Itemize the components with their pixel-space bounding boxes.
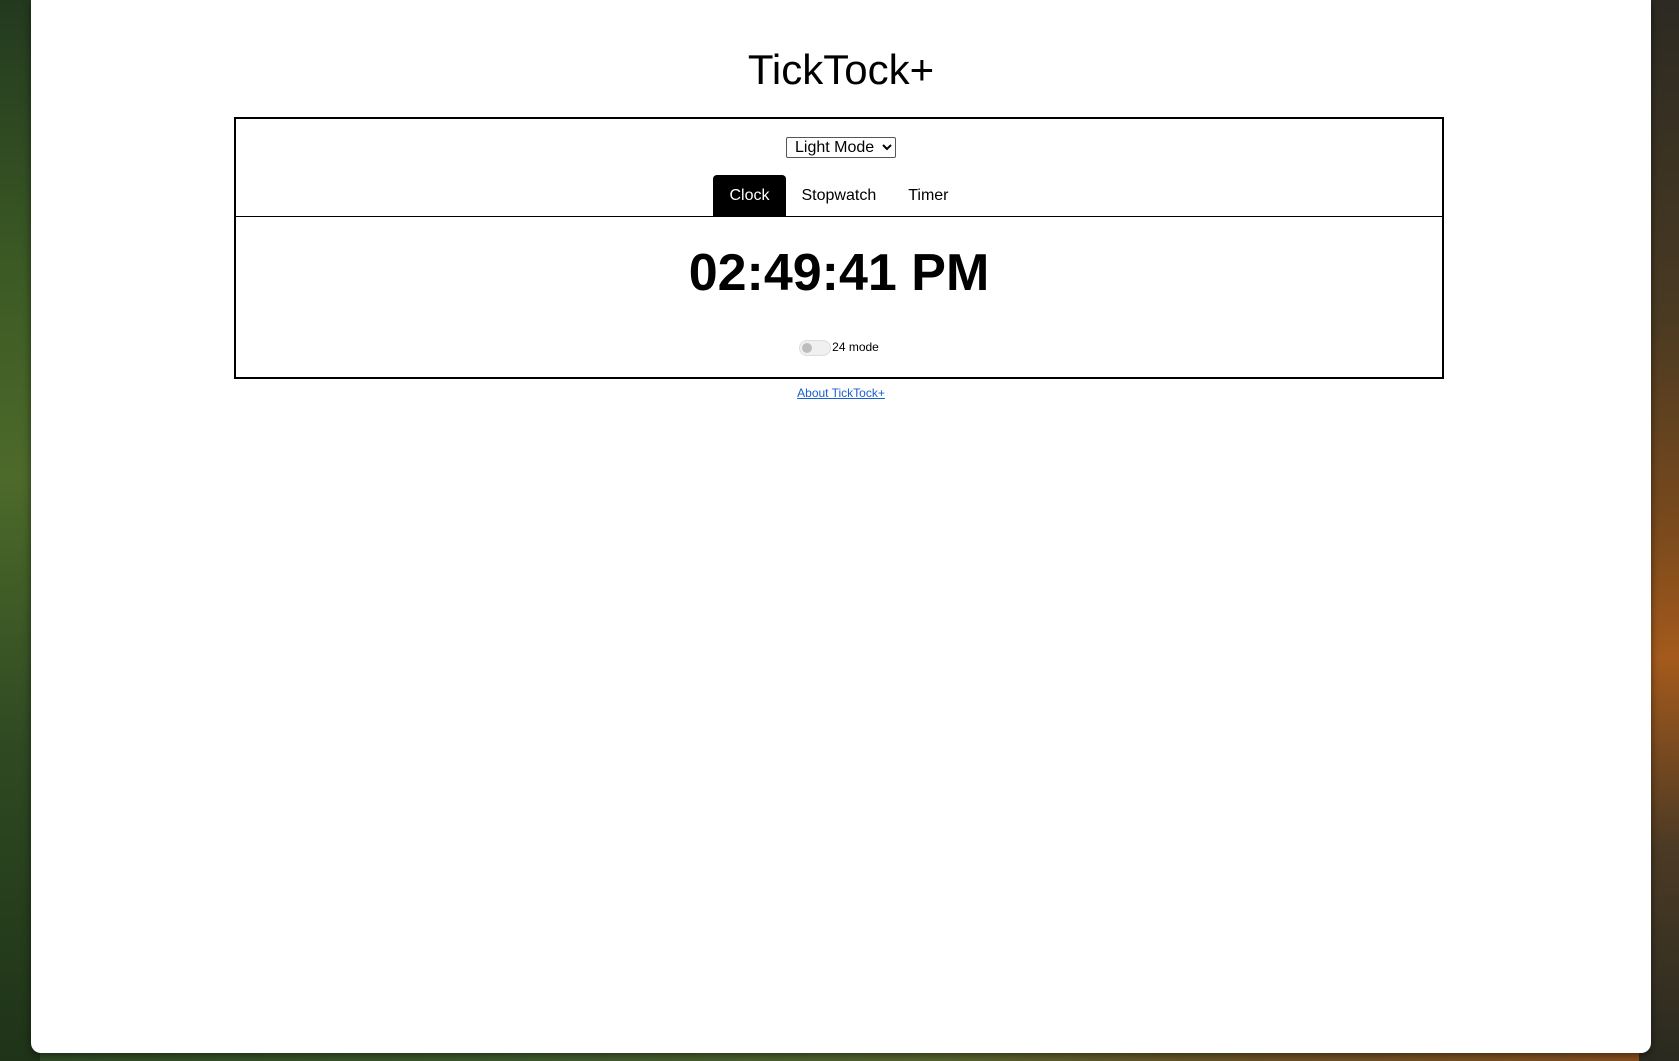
- browser-window: TickTock+ Light Mode Clock Stopwatch Tim…: [31, 0, 1651, 1053]
- clock-time-display: 02:49:41 PM: [688, 244, 990, 302]
- about-link[interactable]: About TickTock+: [797, 386, 885, 400]
- about-link-container: About TickTock+: [31, 386, 1651, 400]
- clock-panel: Light Mode Clock Stopwatch Timer 02:49:4…: [234, 117, 1444, 379]
- tab-clock[interactable]: Clock: [713, 175, 786, 216]
- 24-hour-toggle-label: 24 mode: [832, 339, 879, 354]
- page-title: TickTock+: [747, 46, 935, 93]
- 24-hour-toggle[interactable]: [799, 340, 832, 356]
- theme-select[interactable]: Light Mode: [786, 137, 896, 158]
- toggle-knob: [802, 343, 813, 353]
- tab-bar: Clock Stopwatch Timer: [236, 175, 1442, 217]
- tab-stopwatch[interactable]: Stopwatch: [786, 175, 893, 216]
- tab-timer[interactable]: Timer: [892, 175, 964, 216]
- 24-hour-toggle-row: 24 mode: [236, 337, 1442, 356]
